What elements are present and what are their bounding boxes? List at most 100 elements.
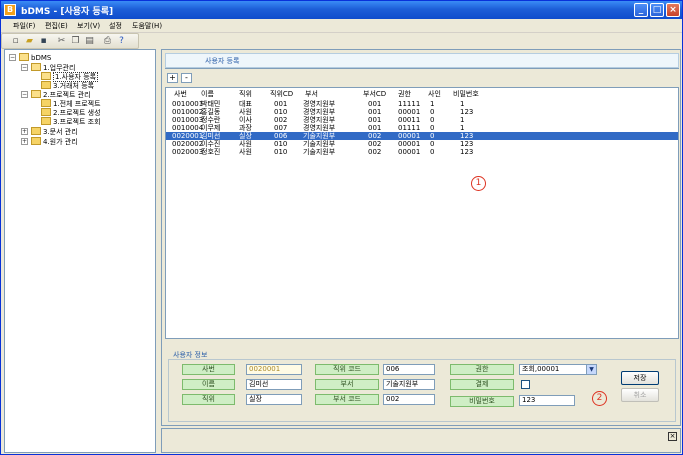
menu-help[interactable]: 도움말(H) — [132, 21, 162, 31]
app-window: B bDMS - [사용자 등록] _ □ × 파일(F) 편집(E) 보기(V… — [0, 0, 683, 455]
cell-dept-code: 001 — [368, 124, 382, 132]
cell-password: 123 — [460, 148, 474, 156]
user-info-box: 사번 0020001 이름 김미선 직위 실장 직위 코드 006 부서 기술지… — [168, 359, 676, 422]
cell-auth: 00001 — [398, 132, 421, 140]
cancel-button[interactable]: 취소 — [621, 388, 659, 402]
password-field[interactable]: 123 — [519, 395, 575, 406]
table-row[interactable]: 0020003 정호진 사원 010 기술지원부 002 00001 0 123 — [166, 148, 678, 156]
col-header-sign[interactable]: 사인 — [428, 90, 441, 98]
help-icon[interactable]: ? — [116, 36, 127, 47]
cell-position-code: 006 — [274, 132, 288, 140]
col-header-name[interactable]: 이름 — [201, 90, 214, 98]
table-row[interactable]: 0020002 이수진 사원 010 기술지원부 002 00001 0 123 — [166, 140, 678, 148]
name-label: 이름 — [182, 379, 235, 390]
cut-icon[interactable]: ✂ — [56, 36, 67, 47]
paste-icon[interactable]: ▤ — [84, 36, 95, 47]
col-header-emp-no[interactable]: 사번 — [174, 90, 187, 98]
table-row[interactable]: 0010002 홍길동 사원 010 경영지원부 001 00001 0 123 — [166, 108, 678, 116]
dept-field[interactable]: 기술지원부 — [383, 379, 435, 390]
col-header-position-code[interactable]: 직위CD — [270, 90, 293, 98]
remove-row-button[interactable]: - — [181, 73, 192, 83]
copy-icon[interactable]: ❐ — [70, 36, 81, 47]
col-header-auth[interactable]: 권한 — [398, 90, 411, 98]
emp-no-label: 사번 — [182, 364, 235, 375]
open-icon[interactable]: ▰ — [24, 36, 35, 47]
cell-emp-no: 0010004 — [172, 124, 204, 132]
approval-checkbox[interactable] — [521, 380, 530, 389]
cell-auth: 00001 — [398, 108, 421, 116]
cell-auth: 00011 — [398, 116, 421, 124]
approval-label: 결제 — [450, 379, 514, 390]
tree-item-root[interactable]: − bDMS — [9, 53, 51, 63]
page-header: 사용자 등록 — [165, 53, 679, 69]
cell-dept-code: 001 — [368, 108, 382, 116]
cell-dept-code: 002 — [368, 148, 382, 156]
minimize-button[interactable]: _ — [634, 3, 648, 17]
expand-icon[interactable]: + — [21, 128, 28, 135]
emp-no-field[interactable]: 0020001 — [246, 364, 302, 375]
cell-position: 사원 — [239, 148, 252, 156]
navigation-tree: − bDMS − 1.업무관리 1.사용자 등록 3.거래처 등록 − 2.프로… — [4, 49, 156, 453]
close-icon[interactable]: × — [668, 432, 677, 441]
table-row[interactable]: 0010004 이무제 과장 007 경영지원부 001 01111 0 1 — [166, 124, 678, 132]
page-title: 사용자 등록 — [205, 57, 240, 65]
add-row-button[interactable]: + — [167, 73, 178, 83]
cell-name: 홍길동 — [201, 108, 221, 116]
save-button[interactable]: 저장 — [621, 371, 659, 385]
title-bar[interactable]: B bDMS - [사용자 등록] _ □ × — [1, 1, 682, 19]
menu-edit[interactable]: 편집(E) — [45, 21, 68, 31]
cell-name: 정호진 — [201, 148, 221, 156]
cell-emp-no: 0010002 — [172, 108, 204, 116]
table-row[interactable]: 0010003 정수란 이사 002 경영지원부 001 00011 0 1 — [166, 116, 678, 124]
print-icon[interactable]: ⎙ — [102, 36, 113, 47]
cell-position-code: 010 — [274, 148, 288, 156]
user-table: 사번 이름 직위 직위CD 부서 부서CD 권한 사인 비밀번호 001 0001… — [165, 87, 679, 339]
cell-position: 과장 — [239, 124, 252, 132]
new-icon[interactable]: ▫ — [10, 36, 21, 47]
table-row[interactable]: 0020001 김미선 실장 006 기술지원부 002 00001 0 123 — [166, 132, 678, 140]
tree-item-project-search[interactable]: 3.프로젝트 조회 — [41, 117, 101, 127]
folder-icon — [31, 137, 41, 145]
cell-auth: 00001 — [398, 148, 421, 156]
col-header-position[interactable]: 직위 — [239, 90, 252, 98]
close-button[interactable]: × — [666, 3, 680, 17]
cell-position-code: 010 — [274, 108, 288, 116]
dept-label: 부서 — [315, 379, 379, 390]
cell-dept: 경영지원부 — [303, 100, 336, 108]
maximize-button[interactable]: □ — [650, 3, 664, 17]
menu-view[interactable]: 보기(V) — [77, 21, 100, 31]
col-header-dept[interactable]: 부서 — [305, 90, 318, 98]
folder-icon — [31, 90, 41, 98]
save-icon[interactable]: ▪ — [38, 36, 49, 47]
chevron-down-icon[interactable]: ▼ — [586, 365, 596, 374]
cell-name: 박태민 — [201, 100, 221, 108]
folder-icon — [41, 81, 51, 89]
collapse-icon[interactable]: − — [9, 54, 16, 61]
cell-password: 123 — [460, 132, 474, 140]
col-header-dept-code[interactable]: 부서CD — [363, 90, 386, 98]
cell-position: 이사 — [239, 116, 252, 124]
position-code-field[interactable]: 006 — [383, 364, 435, 375]
collapse-icon[interactable]: − — [21, 64, 28, 71]
cell-dept: 기술지원부 — [303, 132, 336, 140]
table-row[interactable]: 0010001 박태민 대표 001 경영지원부 001 11111 1 1 — [166, 100, 678, 108]
folder-icon — [41, 72, 51, 80]
collapse-icon[interactable]: − — [21, 91, 28, 98]
cell-auth: 11111 — [398, 100, 421, 108]
auth-select[interactable]: 조회,00001 ▼ — [519, 364, 597, 375]
position-field[interactable]: 실장 — [246, 394, 302, 405]
menu-settings[interactable]: 설정 — [109, 21, 122, 31]
dept-code-field[interactable]: 002 — [383, 394, 435, 405]
toolbar: ▫ ▰ ▪ ✂ ❐ ▤ ⎙ ? — [1, 33, 139, 49]
col-header-password[interactable]: 비밀번호 — [453, 90, 479, 98]
expand-icon[interactable]: + — [21, 138, 28, 145]
folder-icon — [41, 99, 51, 107]
cell-emp-no: 0020003 — [172, 148, 204, 156]
cell-position-code: 010 — [274, 140, 288, 148]
tree-item-document-mgmt[interactable]: + 3.문서 관리 — [21, 127, 78, 137]
annotation-marker-1: 1 — [471, 176, 486, 191]
menu-file[interactable]: 파일(F) — [13, 21, 35, 31]
cell-password: 1 — [460, 100, 465, 108]
tree-item-cost-mgmt[interactable]: + 4.원가 관리 — [21, 137, 78, 147]
name-field[interactable]: 김미선 — [246, 379, 302, 390]
